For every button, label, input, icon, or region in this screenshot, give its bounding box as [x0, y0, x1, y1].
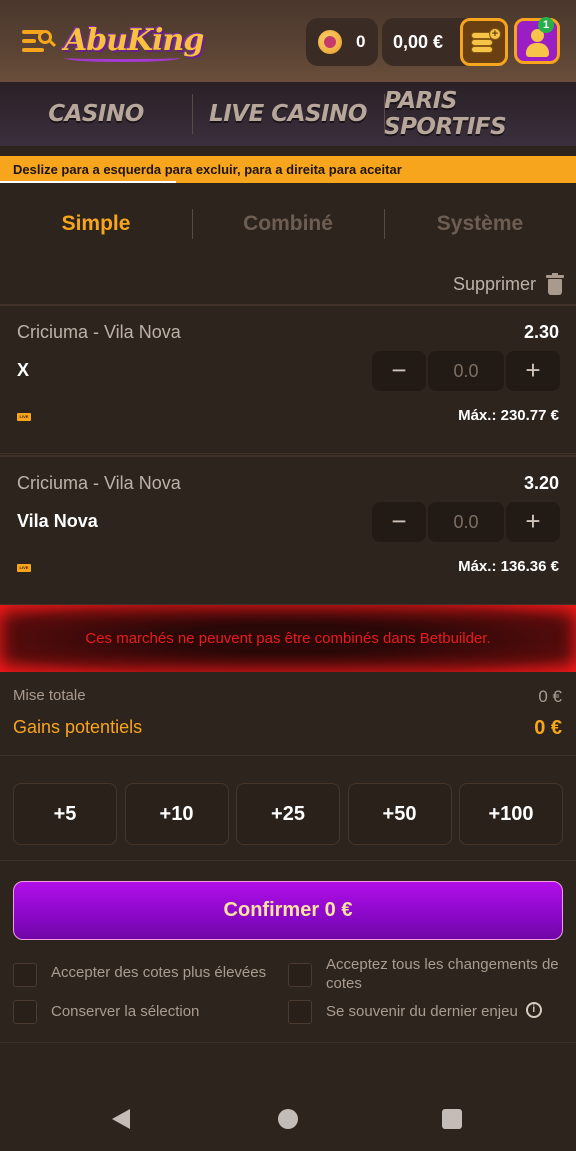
potential-winnings-label: Gains potentiels: [13, 717, 143, 737]
increase-stake-button[interactable]: +: [506, 351, 560, 391]
option-keep-selection[interactable]: Conserver la sélection: [13, 1000, 283, 1024]
option-remember-last-stake[interactable]: Se souvenir du dernier enjeu i: [288, 1000, 568, 1024]
back-icon[interactable]: [112, 1109, 130, 1129]
option-accept-all-odds-changes[interactable]: Acceptez tous les changements de cotes: [288, 955, 568, 993]
coin-stack-icon: +: [471, 28, 501, 54]
delete-all-button[interactable]: Supprimer: [453, 268, 564, 300]
trash-icon: [546, 273, 564, 295]
quick-stake-50-button[interactable]: +50: [347, 783, 452, 845]
home-icon[interactable]: [278, 1109, 298, 1129]
nav-sports-betting[interactable]: PARIS SPORTIFS: [384, 82, 576, 146]
selection-label: X: [17, 360, 30, 380]
info-icon[interactable]: i: [525, 1002, 542, 1018]
main-nav: CASINO LIVE CASINO PARIS SPORTIFS: [0, 82, 576, 146]
max-stake: Máx.: 230.77 €: [458, 407, 559, 424]
brand-logo[interactable]: AbuKing: [64, 18, 204, 64]
confirm-bet-button[interactable]: Confirmer 0 €: [13, 881, 563, 940]
tab-combine[interactable]: Combiné: [192, 200, 384, 248]
top-bar: AbuKing 0 0,00 € + 1: [0, 0, 576, 82]
quick-stake-100-button[interactable]: +100: [459, 783, 563, 845]
quick-stakes: +5 +10 +25 +50 +100: [13, 783, 563, 845]
divider: [0, 755, 576, 756]
notification-badge: 1: [538, 17, 554, 33]
odds-value: 3.20: [523, 473, 559, 493]
odds-value: 2.30: [523, 322, 559, 342]
tab-simple[interactable]: Simple: [0, 200, 192, 248]
stake-stepper: − 0.0 +: [372, 502, 560, 542]
total-stake-value: 0 €: [538, 687, 562, 706]
bet-slip-item[interactable]: Criciuma - Vila Nova 3.20 Vila Nova − 0.…: [0, 455, 576, 605]
stake-input[interactable]: 0.0: [428, 502, 504, 542]
coins-balance[interactable]: 0: [306, 18, 378, 66]
stake-input[interactable]: 0.0: [428, 351, 504, 391]
selection-label: Vila Nova: [17, 511, 98, 531]
coin-icon: [318, 30, 342, 54]
swipe-hint: Deslize para a esquerda para excluir, pa…: [0, 156, 576, 183]
divider: [0, 860, 576, 861]
option-accept-higher-odds[interactable]: Accepter des cotes plus élevées: [13, 963, 283, 987]
tab-systeme[interactable]: Système: [384, 200, 576, 248]
balance-value: 0,00 €: [393, 31, 444, 52]
decrease-stake-button[interactable]: −: [372, 502, 426, 542]
deposit-button[interactable]: +: [460, 18, 508, 66]
quick-stake-10-button[interactable]: +10: [124, 783, 229, 845]
match-name: Criciuma - Vila Nova: [17, 322, 181, 342]
match-name: Criciuma - Vila Nova: [17, 473, 181, 493]
checkbox[interactable]: [288, 1000, 312, 1024]
delete-label: Supprimer: [452, 273, 536, 294]
quick-stake-5-button[interactable]: +5: [13, 783, 117, 845]
nav-live-casino[interactable]: LIVE CASINO: [192, 82, 384, 146]
live-badge: LIVE: [17, 564, 31, 572]
quick-stake-25-button[interactable]: +25: [236, 783, 340, 845]
coins-value: 0: [356, 32, 366, 51]
panel-bottom: [0, 1042, 576, 1069]
checkbox[interactable]: [13, 963, 37, 987]
bet-type-tabs: Simple Combiné Système: [0, 200, 576, 248]
total-stake-label: Mise totale: [13, 687, 86, 704]
bet-slip-item[interactable]: Criciuma - Vila Nova 2.30 X − 0.0 + LIVE…: [0, 304, 576, 454]
stake-stepper: − 0.0 +: [372, 351, 560, 391]
recent-apps-icon[interactable]: [442, 1109, 462, 1129]
checkbox[interactable]: [288, 963, 312, 987]
hint-progress: [0, 181, 176, 183]
decrease-stake-button[interactable]: −: [372, 351, 426, 391]
system-nav-bar: [0, 1069, 576, 1151]
menu-search-icon[interactable]: [20, 26, 58, 56]
increase-stake-button[interactable]: +: [506, 502, 560, 542]
potential-winnings-value: 0 €: [534, 717, 562, 739]
nav-casino[interactable]: CASINO: [0, 82, 192, 146]
live-badge: LIVE: [17, 413, 31, 421]
max-stake: Máx.: 136.36 €: [458, 558, 559, 575]
checkbox[interactable]: [13, 1000, 37, 1024]
error-message: Ces marchés ne peuvent pas être combinés…: [0, 605, 576, 672]
